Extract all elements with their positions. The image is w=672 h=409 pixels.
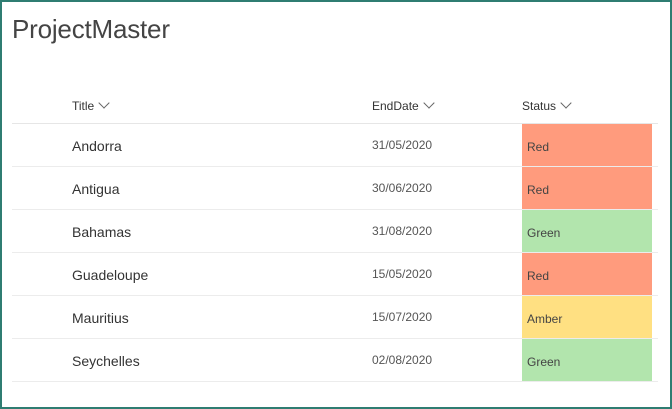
- chevron-down-icon: [560, 97, 572, 109]
- column-header-title-label: Title: [72, 99, 95, 113]
- row-status-cell: Red: [522, 124, 652, 166]
- list-row[interactable]: Bahamas 31/08/2020 Green: [12, 210, 658, 253]
- list-row[interactable]: Antigua 30/06/2020 Red: [12, 167, 658, 210]
- list-row[interactable]: Seychelles 02/08/2020 Green: [12, 339, 658, 382]
- row-end-date: 30/06/2020: [372, 181, 433, 195]
- row-end-date: 31/08/2020: [372, 224, 433, 238]
- row-status-label: Green: [527, 226, 561, 240]
- chevron-down-icon: [423, 97, 435, 109]
- column-header-enddate-label: EndDate: [372, 99, 419, 113]
- row-end-date: 15/05/2020: [372, 267, 433, 281]
- row-status-label: Red: [527, 183, 550, 197]
- row-title[interactable]: Bahamas: [72, 224, 131, 240]
- list-row[interactable]: Mauritius 15/07/2020 Amber: [12, 296, 658, 339]
- list-row[interactable]: Guadeloupe 15/05/2020 Red: [12, 253, 658, 296]
- list-body: Andorra 31/05/2020 Red Antigua 30/06/202…: [12, 124, 658, 382]
- row-end-date: 31/05/2020: [372, 138, 433, 152]
- row-title[interactable]: Seychelles: [72, 353, 140, 369]
- row-end-date: 02/08/2020: [372, 353, 433, 367]
- row-status-cell: Red: [522, 253, 652, 295]
- row-title[interactable]: Guadeloupe: [72, 267, 148, 283]
- row-status-cell: Amber: [522, 296, 652, 338]
- column-header-enddate[interactable]: EndDate: [372, 97, 435, 113]
- row-title[interactable]: Mauritius: [72, 310, 129, 326]
- page-title: ProjectMaster: [12, 14, 170, 44]
- row-title[interactable]: Antigua: [72, 181, 119, 197]
- column-header-status[interactable]: Status: [522, 97, 572, 113]
- row-status-cell: Red: [522, 167, 652, 209]
- app-frame: ProjectMaster Title EndDate Status Andor…: [0, 0, 672, 409]
- row-title[interactable]: Andorra: [72, 138, 122, 154]
- row-status-cell: Green: [522, 210, 652, 252]
- column-header-title[interactable]: Title: [72, 97, 110, 113]
- chevron-down-icon: [98, 97, 110, 109]
- list-row[interactable]: Andorra 31/05/2020 Red: [12, 124, 658, 167]
- row-status-label: Amber: [527, 312, 563, 326]
- column-header-status-label: Status: [522, 99, 557, 113]
- row-status-label: Red: [527, 269, 550, 283]
- list-header: Title EndDate Status: [12, 96, 658, 124]
- row-end-date: 15/07/2020: [372, 310, 433, 324]
- row-status-cell: Green: [522, 339, 652, 381]
- row-status-label: Red: [527, 140, 550, 154]
- row-status-label: Green: [527, 355, 561, 369]
